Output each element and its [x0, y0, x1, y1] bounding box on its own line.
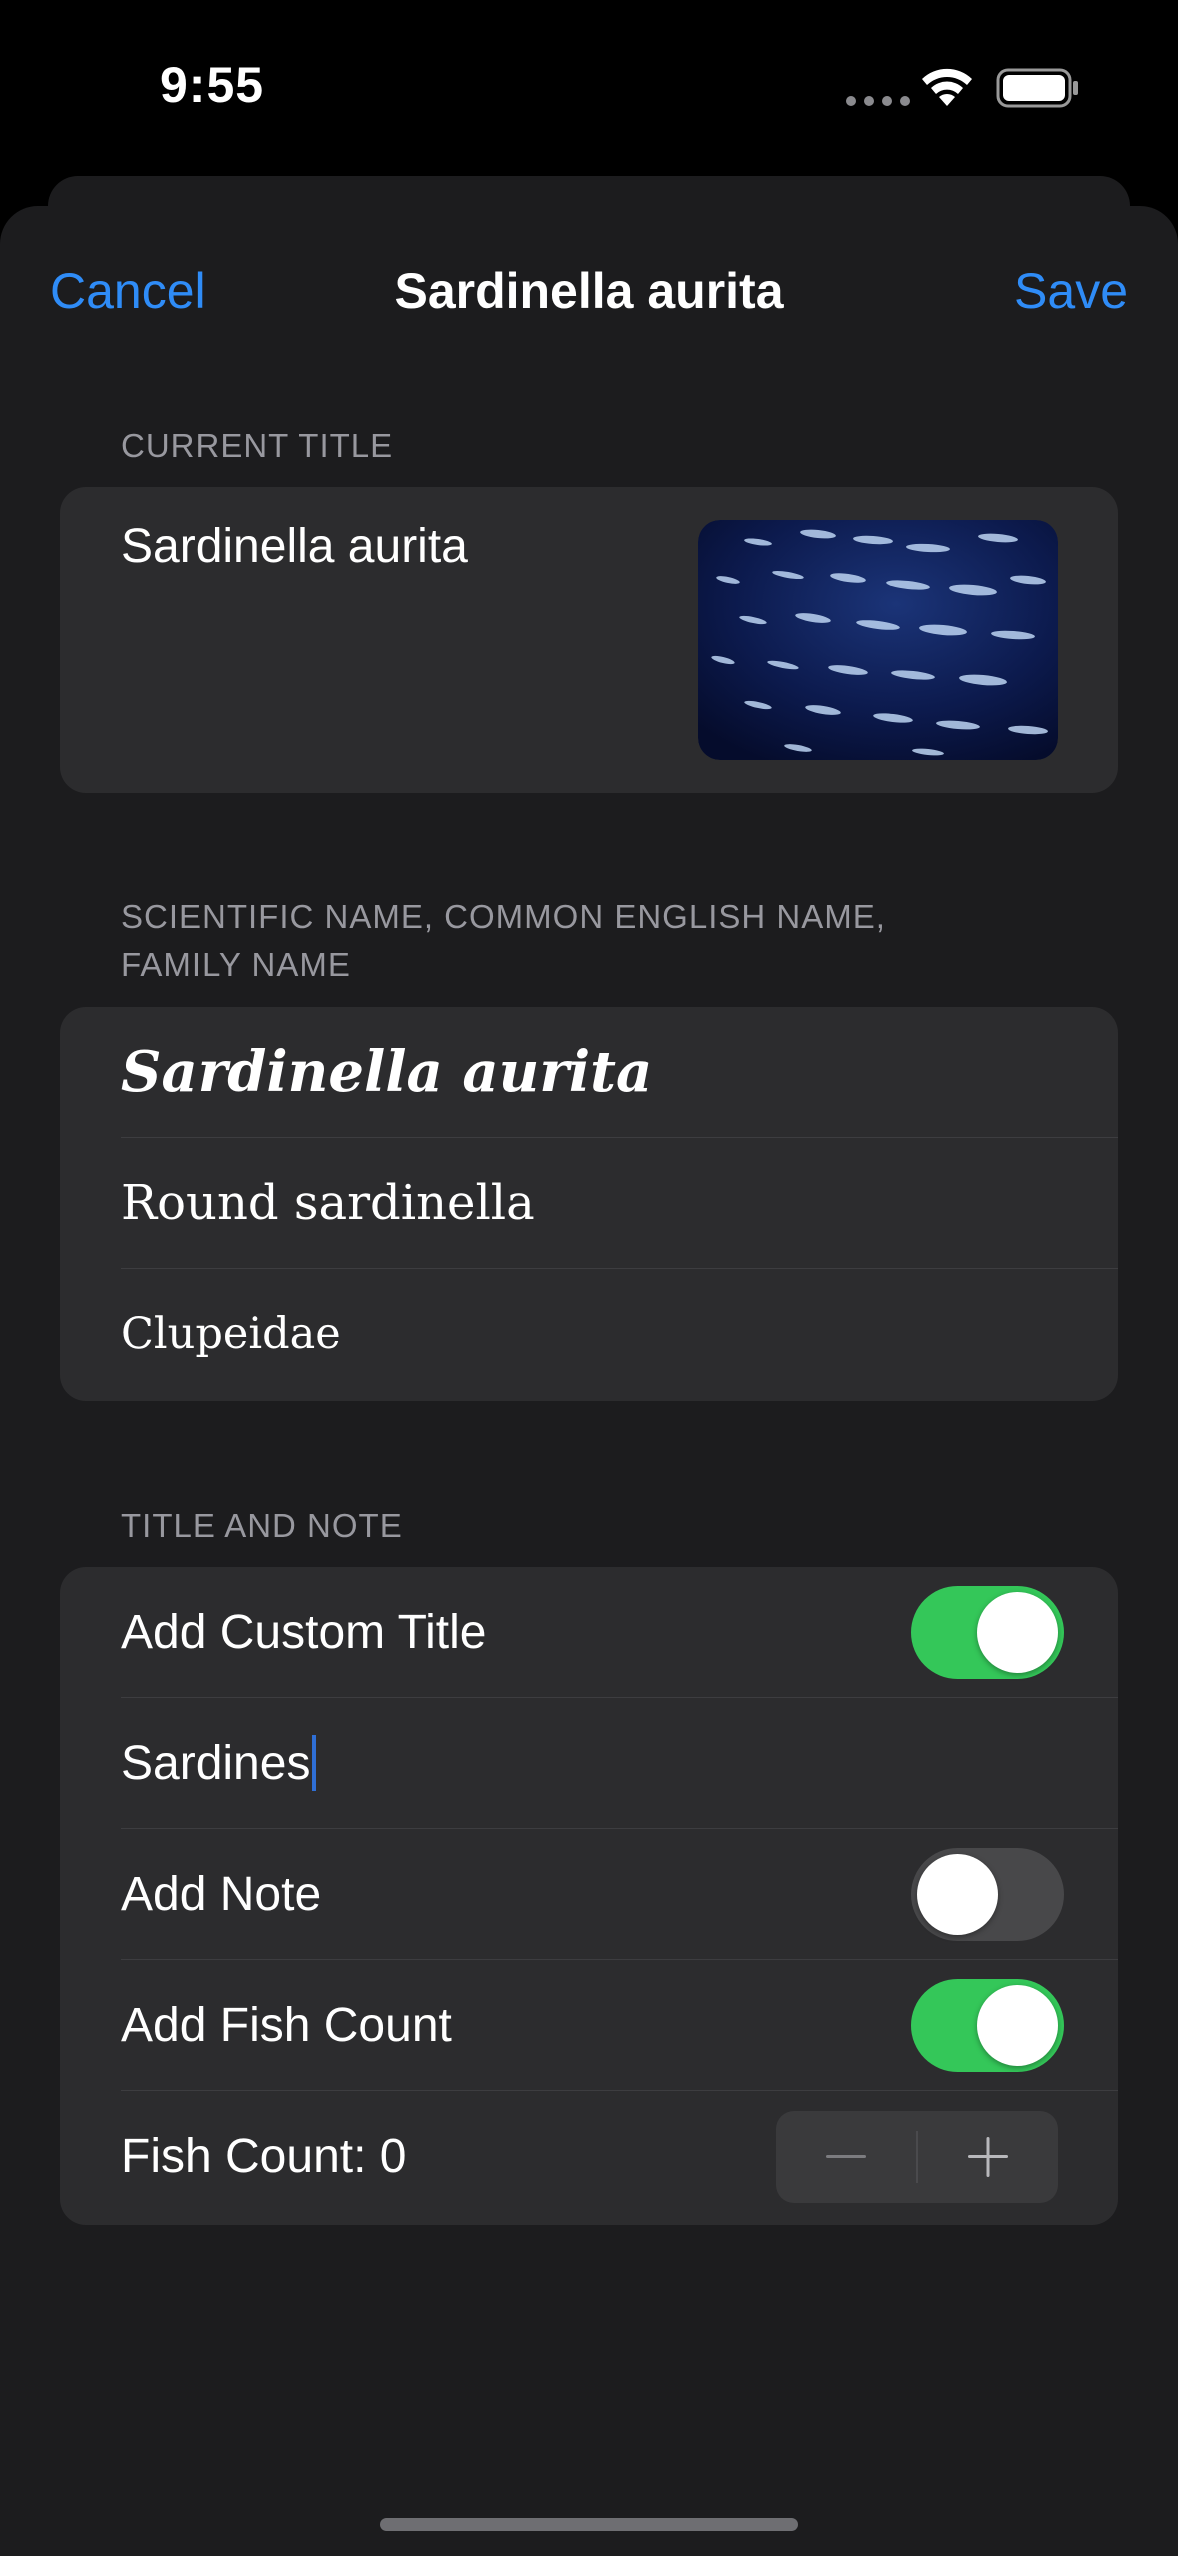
section-header-names-line1: SCIENTIFIC NAME, COMMON ENGLISH NAME, [121, 898, 886, 935]
home-indicator[interactable] [380, 2518, 798, 2531]
family-name: Clupeidae [121, 1309, 341, 1359]
common-name: Round sardinella [121, 1175, 535, 1231]
fish-count-label: Fish Count: 0 [121, 2130, 407, 2183]
add-note-row: Add Note [60, 1829, 1118, 1960]
scientific-name-row: Sardinella aurita [60, 1007, 1118, 1138]
custom-title-value: Sardines [121, 1737, 311, 1790]
section-header-names-line2: FAMILY NAME [121, 946, 351, 983]
fish-count-toggle-label: Add Fish Count [121, 1999, 452, 2052]
add-note-toggle[interactable] [911, 1848, 1064, 1941]
page-title: Sardinella aurita [394, 263, 784, 319]
section-header-current-title: CURRENT TITLE [121, 427, 394, 464]
custom-title-input[interactable]: Sardines [121, 1698, 317, 1829]
current-title-text: Sardinella aurita [121, 520, 468, 573]
fish-count-toggle[interactable] [911, 1979, 1064, 2072]
custom-title-row: Add Custom Title [60, 1567, 1118, 1698]
decrement-button[interactable] [776, 2111, 916, 2203]
custom-title-toggle[interactable] [911, 1586, 1064, 1679]
minus-icon [826, 2155, 866, 2158]
common-name-row: Round sardinella [60, 1138, 1118, 1269]
text-cursor [312, 1735, 317, 1792]
fish-count-row: Fish Count: 0 [60, 2091, 1118, 2222]
save-button[interactable]: Save [1014, 262, 1128, 320]
custom-title-input-row: Sardines [60, 1698, 1118, 1829]
custom-title-label: Add Custom Title [121, 1606, 487, 1659]
scientific-name: Sardinella aurita [121, 1039, 653, 1105]
fish-school-thumbnail [698, 520, 1058, 760]
current-title-card: Sardinella aurita [60, 487, 1118, 793]
status-bar: 9:55 [0, 0, 1178, 170]
fish-count-stepper [776, 2111, 1058, 2203]
title-and-note-card: Add Custom Title Sardines Add Note Add F… [60, 1567, 1118, 2225]
wifi-icon [922, 68, 972, 106]
add-note-label: Add Note [121, 1868, 322, 1921]
section-header-title-and-note: TITLE AND NOTE [121, 1507, 403, 1544]
status-time: 9:55 [160, 57, 265, 113]
signal-dots-icon [846, 96, 910, 106]
battery-icon [996, 68, 1078, 108]
section-header-names: SCIENTIFIC NAME, COMMON ENGLISH NAME, FA… [121, 893, 886, 989]
family-name-row: Clupeidae [60, 1269, 1118, 1400]
names-card: Sardinella aurita Round sardinella Clupe… [60, 1007, 1118, 1401]
increment-button[interactable] [918, 2111, 1058, 2203]
plus-icon [968, 2137, 1008, 2177]
fish-count-toggle-row: Add Fish Count [60, 1960, 1118, 2091]
